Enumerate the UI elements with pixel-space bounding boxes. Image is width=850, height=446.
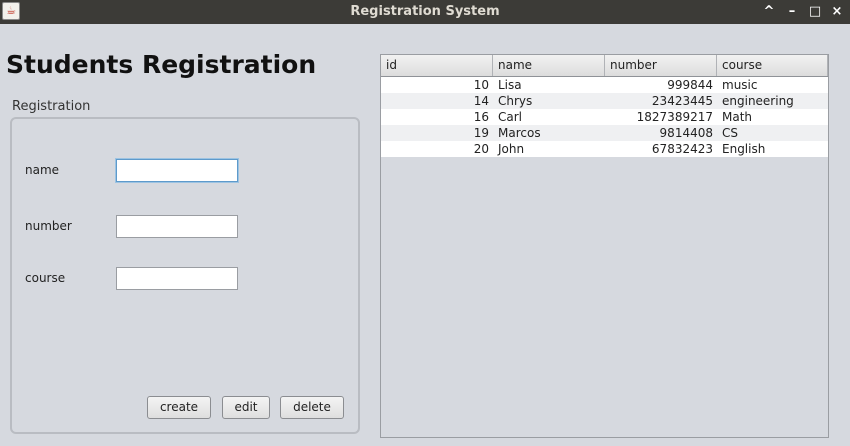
number-label: number [25, 219, 72, 233]
course-label: course [25, 271, 66, 285]
cell-id: 16 [473, 110, 489, 124]
name-field[interactable] [116, 159, 238, 182]
column-header-name[interactable]: name [493, 55, 605, 76]
cell-id: 20 [473, 142, 489, 156]
table-header: id name number course [381, 55, 828, 77]
page-title: Students Registration [6, 50, 317, 79]
cell-number: 67832423 [651, 142, 713, 156]
cell-name: Carl [498, 110, 522, 124]
minimize-icon[interactable]: – [781, 0, 803, 24]
cell-name: Lisa [498, 78, 522, 92]
cell-course: Math [722, 110, 753, 124]
restore-icon[interactable]: □ [804, 0, 826, 24]
cell-id: 19 [473, 126, 489, 140]
table-row[interactable]: 14 Chrys 23423445 engineering [381, 93, 828, 109]
cell-course: English [722, 142, 766, 156]
students-table: id name number course 10 Lisa 999844 mus… [380, 54, 829, 438]
cell-name: Marcos [498, 126, 541, 140]
name-label: name [25, 163, 60, 177]
cell-id: 10 [473, 78, 489, 92]
table-row[interactable]: 20 John 67832423 English [381, 141, 828, 157]
cell-number: 1827389217 [636, 110, 713, 124]
cell-name: Chrys [498, 94, 533, 108]
column-header-id[interactable]: id [381, 55, 493, 76]
cell-number: 9814408 [659, 126, 713, 140]
close-icon[interactable]: × [826, 0, 848, 24]
table-row[interactable]: 16 Carl 1827389217 Math [381, 109, 828, 125]
maximize-chevron-icon[interactable]: ^ [758, 0, 780, 24]
delete-button[interactable]: delete [280, 396, 344, 419]
cell-course: engineering [722, 94, 794, 108]
column-header-course[interactable]: course [717, 55, 828, 76]
cell-course: CS [722, 126, 738, 140]
cell-number: 23423445 [651, 94, 713, 108]
number-field[interactable] [116, 215, 238, 238]
edit-button[interactable]: edit [222, 396, 270, 419]
cell-number: 999844 [667, 78, 713, 92]
title-bar: ☕ Registration System ^ – □ × [0, 0, 850, 24]
table-row[interactable]: 10 Lisa 999844 music [381, 77, 828, 93]
table-row[interactable]: 19 Marcos 9814408 CS [381, 125, 828, 141]
course-field[interactable] [116, 267, 238, 290]
create-button[interactable]: create [147, 396, 211, 419]
cell-name: John [498, 142, 525, 156]
group-title: Registration [12, 99, 91, 114]
window-title: Registration System [350, 4, 500, 19]
column-header-number[interactable]: number [605, 55, 717, 76]
cell-course: music [722, 78, 758, 92]
cell-id: 14 [473, 94, 489, 108]
table-body: 10 Lisa 999844 music 14 Chrys 23423445 e… [381, 77, 828, 157]
